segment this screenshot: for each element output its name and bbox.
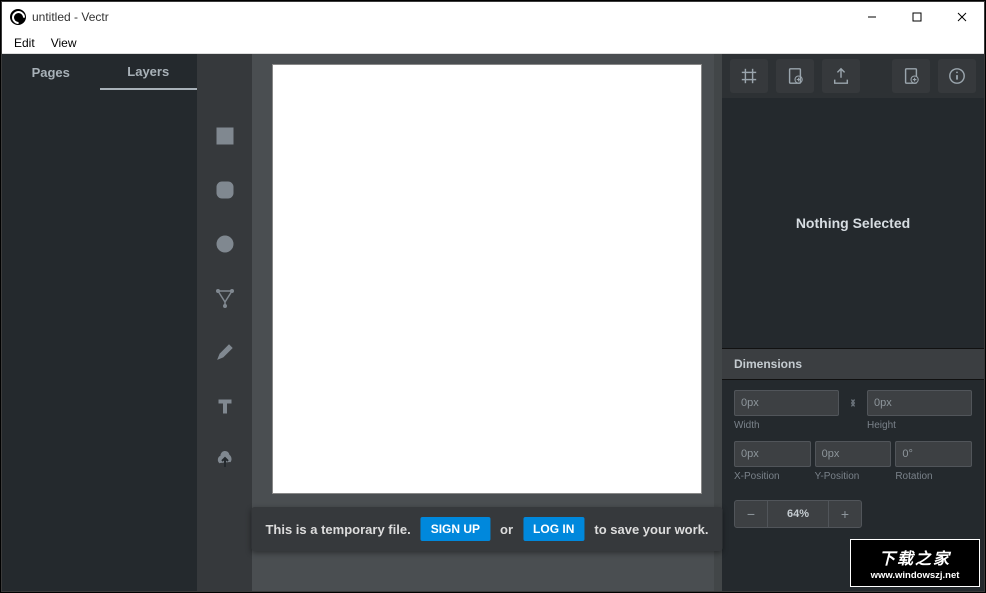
left-panel: Pages Layers — [2, 54, 197, 591]
titlebar: untitled - Vectr — [2, 2, 984, 32]
notice-pre-text: This is a temporary file. — [265, 522, 410, 537]
width-label: Width — [734, 420, 839, 431]
width-input[interactable] — [734, 390, 839, 416]
notice-or-text: or — [500, 522, 513, 537]
height-label: Height — [867, 420, 972, 431]
watermark-url: www.windowszj.net — [871, 570, 960, 581]
shape-toolbar — [197, 54, 252, 591]
link-dimensions-icon[interactable] — [843, 390, 863, 416]
right-panel: Nothing Selected Dimensions Width Height… — [722, 54, 984, 591]
window-title: untitled - Vectr — [32, 10, 109, 24]
app-icon — [10, 9, 26, 25]
x-position-label: X-Position — [734, 471, 811, 482]
upload-tool[interactable] — [213, 448, 237, 472]
watermark: 下载之家 www.windowszj.net — [850, 539, 980, 587]
ellipse-tool[interactable] — [213, 232, 237, 256]
grid-icon[interactable] — [730, 59, 768, 93]
menubar: Edit View — [2, 32, 984, 54]
login-button[interactable]: LOG IN — [523, 517, 584, 541]
notice-post-text: to save your work. — [594, 522, 708, 537]
page-settings-icon[interactable] — [776, 59, 814, 93]
canvas-area: This is a temporary file. SIGN UP or LOG… — [252, 54, 722, 591]
watermark-title: 下载之家 — [879, 545, 951, 569]
y-position-input[interactable] — [815, 441, 892, 467]
minimize-button[interactable] — [849, 2, 894, 32]
rectangle-tool[interactable] — [213, 124, 237, 148]
tab-layers[interactable]: Layers — [100, 54, 198, 90]
zoom-value: 64% — [768, 500, 828, 528]
close-button[interactable] — [939, 2, 984, 32]
export-icon[interactable] — [822, 59, 860, 93]
rotation-input[interactable] — [895, 441, 972, 467]
pen-tool[interactable] — [213, 286, 237, 310]
temp-file-notice: This is a temporary file. SIGN UP or LOG… — [251, 507, 722, 551]
info-icon[interactable] — [938, 59, 976, 93]
y-position-label: Y-Position — [815, 471, 892, 482]
text-tool[interactable] — [213, 394, 237, 418]
tab-pages[interactable]: Pages — [2, 54, 100, 90]
canvas[interactable] — [272, 64, 702, 494]
height-input[interactable] — [867, 390, 972, 416]
selection-status: Nothing Selected — [722, 98, 984, 348]
zoom-out-button[interactable]: − — [734, 500, 768, 528]
maximize-button[interactable] — [894, 2, 939, 32]
menu-view[interactable]: View — [43, 34, 85, 52]
dimensions-header: Dimensions — [722, 348, 984, 380]
x-position-input[interactable] — [734, 441, 811, 467]
pencil-tool[interactable] — [213, 340, 237, 364]
zoom-in-button[interactable]: + — [828, 500, 862, 528]
rotation-label: Rotation — [895, 471, 972, 482]
signup-button[interactable]: SIGN UP — [421, 517, 490, 541]
rounded-rectangle-tool[interactable] — [213, 178, 237, 202]
new-page-icon[interactable] — [892, 59, 930, 93]
menu-edit[interactable]: Edit — [6, 34, 43, 52]
